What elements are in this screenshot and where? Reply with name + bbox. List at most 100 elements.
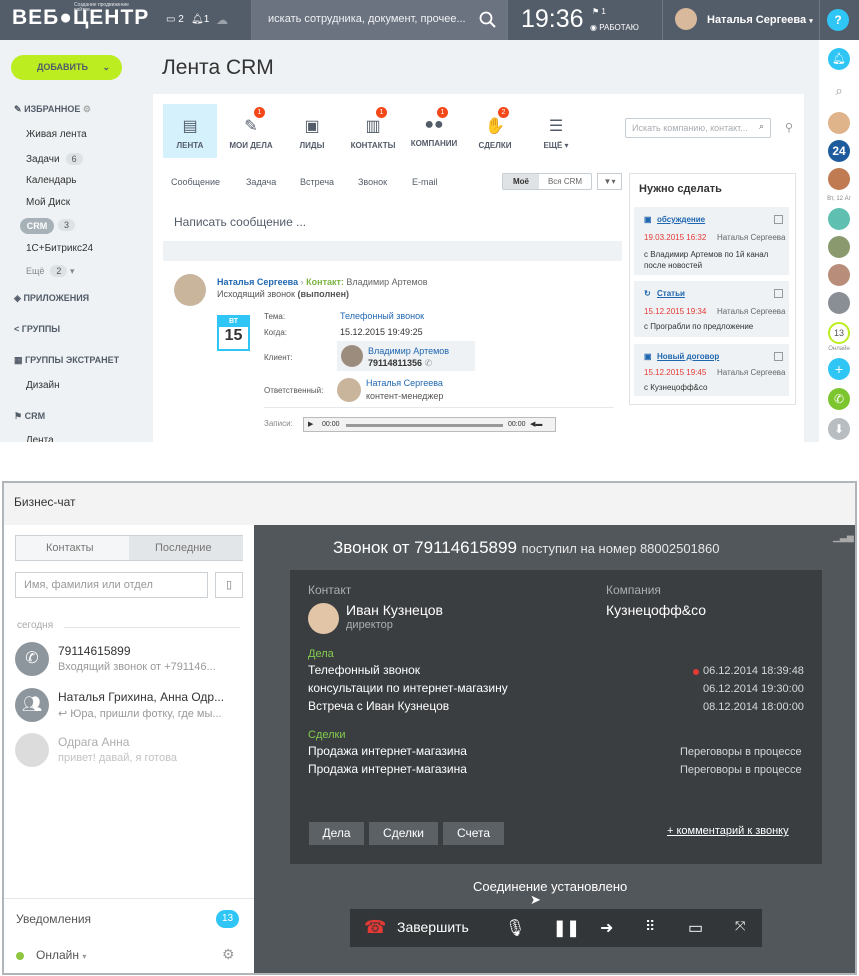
- notify-counter[interactable]: 🔔︎1: [191, 14, 209, 25]
- todo-item[interactable]: ▣ обсуждение 19.03.2015 16:32 Наталья Се…: [634, 207, 789, 275]
- volume-icon[interactable]: ◀▬: [530, 420, 542, 428]
- invoices-button[interactable]: Счета: [443, 822, 504, 845]
- sidebar-item-crm[interactable]: CRM: [20, 218, 54, 234]
- client-phone[interactable]: 79114811356 ✆: [368, 358, 432, 369]
- transfer-arrow-icon[interactable]: ➜: [600, 918, 613, 938]
- online-counter[interactable]: 13: [828, 322, 850, 344]
- hangup-button[interactable]: Завершить: [397, 919, 469, 935]
- todo-checkbox[interactable]: [774, 215, 783, 224]
- todo-item[interactable]: ↻ Статьи 15.12.2015 19:34 Наталья Сергее…: [634, 281, 789, 337]
- add-chat-icon[interactable]: +: [828, 358, 850, 380]
- global-search-input[interactable]: искать сотрудника, документ, прочее...: [268, 13, 466, 25]
- compose-input[interactable]: Написать сообщение ...: [174, 215, 306, 229]
- flag-counter[interactable]: ⚑ 1: [592, 7, 606, 16]
- todo-checkbox[interactable]: [774, 352, 783, 361]
- deal-name[interactable]: Продажа интернет-магазина: [308, 744, 467, 758]
- mobile-icon[interactable]: ▯: [215, 572, 243, 598]
- tab-feed[interactable]: ▤ ЛЕНТА: [163, 104, 217, 158]
- sidebar-item-live-feed[interactable]: Живая лента: [26, 129, 87, 140]
- contact-avatar[interactable]: [308, 603, 339, 634]
- todo-item-title[interactable]: обсуждение: [657, 215, 705, 224]
- crm-header[interactable]: ⚑ CRM: [14, 411, 45, 422]
- apps-header[interactable]: ◈ ПРИЛОЖЕНИЯ: [14, 293, 89, 304]
- responsible-name[interactable]: Наталья Сергеева: [366, 378, 443, 388]
- filter-all-button[interactable]: Вся CRM: [539, 174, 591, 189]
- chat-search-input[interactable]: Имя, фамилия или отдел: [15, 572, 208, 598]
- filter-mine-button[interactable]: Моё: [503, 174, 539, 189]
- fullscreen-icon[interactable]: ⤧: [735, 918, 745, 934]
- user-avatar[interactable]: [675, 8, 697, 30]
- bell-icon[interactable]: 🔔︎: [828, 48, 850, 70]
- todo-item[interactable]: ▣ Новый договор 15.12.2015 19:45 Наталья…: [634, 344, 789, 396]
- chat-list-item[interactable]: 👥︎ Наталья Грихина, Анна Одр... ↩ Юра, п…: [15, 688, 243, 724]
- sidebar-item-calendar[interactable]: Календарь: [26, 175, 76, 186]
- keypad-icon[interactable]: ⠿: [645, 918, 655, 935]
- activities-button[interactable]: Дела: [309, 822, 364, 845]
- deal-name[interactable]: Продажа интернет-магазина: [308, 762, 467, 776]
- contact-avatar[interactable]: [828, 292, 850, 314]
- chat-counter[interactable]: ▭ 2: [166, 14, 184, 25]
- crm-search-input[interactable]: Искать компанию, контакт... ⌕: [625, 118, 771, 138]
- todo-checkbox[interactable]: [774, 289, 783, 298]
- client-avatar[interactable]: [341, 345, 363, 367]
- chat-bubble-icon[interactable]: ▭: [688, 918, 703, 938]
- contact-name[interactable]: Владимир Артемов: [346, 277, 427, 287]
- cloud-icon[interactable]: ☁: [216, 13, 228, 27]
- contact-name[interactable]: Иван Кузнецов: [346, 602, 443, 618]
- pin-icon[interactable]: ⚲: [785, 121, 793, 134]
- work-status[interactable]: ◉ РАБОТАЮ: [590, 23, 639, 32]
- subtab-task[interactable]: Задача: [246, 177, 276, 187]
- contact-avatar[interactable]: [828, 236, 850, 258]
- sidebar-item-feed[interactable]: Лента: [26, 435, 54, 442]
- audio-player[interactable]: ▶ 00:00 00:00 ◀▬: [303, 417, 556, 432]
- groups-header[interactable]: < ГРУППЫ: [14, 324, 60, 334]
- microphone-icon[interactable]: 🎙︎: [505, 918, 525, 938]
- author-name[interactable]: Наталья Сергеева: [217, 277, 298, 287]
- favorites-header[interactable]: ✎ ИЗБРАННОЕ ⚙: [14, 104, 91, 115]
- chat-list-item[interactable]: Одрага Анна привет! давай, я готова: [15, 733, 243, 769]
- search-icon[interactable]: [479, 11, 496, 28]
- filter-icon[interactable]: ▼▾: [597, 173, 622, 190]
- responsible-avatar[interactable]: [337, 378, 361, 402]
- contact-avatar[interactable]: [828, 168, 850, 190]
- chat-list-item[interactable]: ✆ 79114615899 Входящий звонок от +791146…: [15, 642, 243, 678]
- sidebar-item-disk[interactable]: Мой Диск: [26, 197, 70, 208]
- audio-progress[interactable]: [346, 424, 503, 427]
- add-button[interactable]: ДОБАВИТЬ ⌄: [11, 55, 122, 80]
- sidebar-item-design[interactable]: Дизайн: [26, 380, 60, 391]
- gear-icon[interactable]: ⚙: [83, 104, 91, 114]
- contact-avatar[interactable]: [828, 264, 850, 286]
- topic-value[interactable]: Телефонный звонок: [340, 311, 424, 321]
- subtab-message[interactable]: Сообщение: [171, 177, 220, 187]
- add-comment-link[interactable]: + комментарий к звонку: [667, 825, 789, 837]
- activity-name[interactable]: Встреча с Иван Кузнецов: [308, 699, 449, 713]
- tab-more[interactable]: ☰ ЕЩЁ ▾: [529, 104, 583, 158]
- tab-recent[interactable]: Последние: [129, 536, 243, 560]
- search-icon[interactable]: ⌕: [828, 80, 850, 102]
- sidebar-item-bitrix[interactable]: 1С+Битрикс24: [26, 243, 93, 254]
- play-icon[interactable]: ▶: [308, 420, 313, 428]
- phone-icon[interactable]: ✆: [828, 388, 850, 410]
- deals-button[interactable]: Сделки: [369, 822, 438, 845]
- sidebar-item-more[interactable]: Ещё 2 ▾: [26, 265, 74, 277]
- extranet-header[interactable]: ▦ ГРУППЫ ЭКСТРАНЕТ: [14, 355, 119, 366]
- download-icon[interactable]: ⬇: [828, 418, 850, 440]
- help-button[interactable]: ?: [827, 9, 849, 31]
- author-avatar[interactable]: [174, 274, 206, 306]
- tab-deals[interactable]: 2 ✋ СДЕЛКИ: [468, 104, 522, 158]
- gear-icon[interactable]: ⚙: [222, 946, 235, 963]
- tab-contacts[interactable]: Контакты: [46, 542, 94, 554]
- clock[interactable]: 19:36: [521, 5, 584, 34]
- activity-name[interactable]: Телефонный звонок: [308, 663, 420, 677]
- search-icon[interactable]: ⌕: [759, 121, 764, 132]
- notifications-link[interactable]: Уведомления: [16, 912, 91, 926]
- tab-my-activities[interactable]: 1 ✎ МОИ ДЕЛА: [224, 104, 278, 158]
- company-name[interactable]: Кузнецофф&со: [606, 602, 706, 618]
- todo-item-title[interactable]: Новый договор: [657, 352, 719, 361]
- b24-counter[interactable]: 24: [828, 140, 850, 162]
- activity-name[interactable]: консультации по интернет-магазину: [308, 681, 508, 695]
- global-search[interactable]: искать сотрудника, документ, прочее...: [252, 0, 507, 40]
- contact-avatar[interactable]: [828, 208, 850, 230]
- subtab-email[interactable]: E-mail: [412, 177, 438, 187]
- tab-companies[interactable]: 1 ●● КОМПАНИИ: [407, 104, 461, 158]
